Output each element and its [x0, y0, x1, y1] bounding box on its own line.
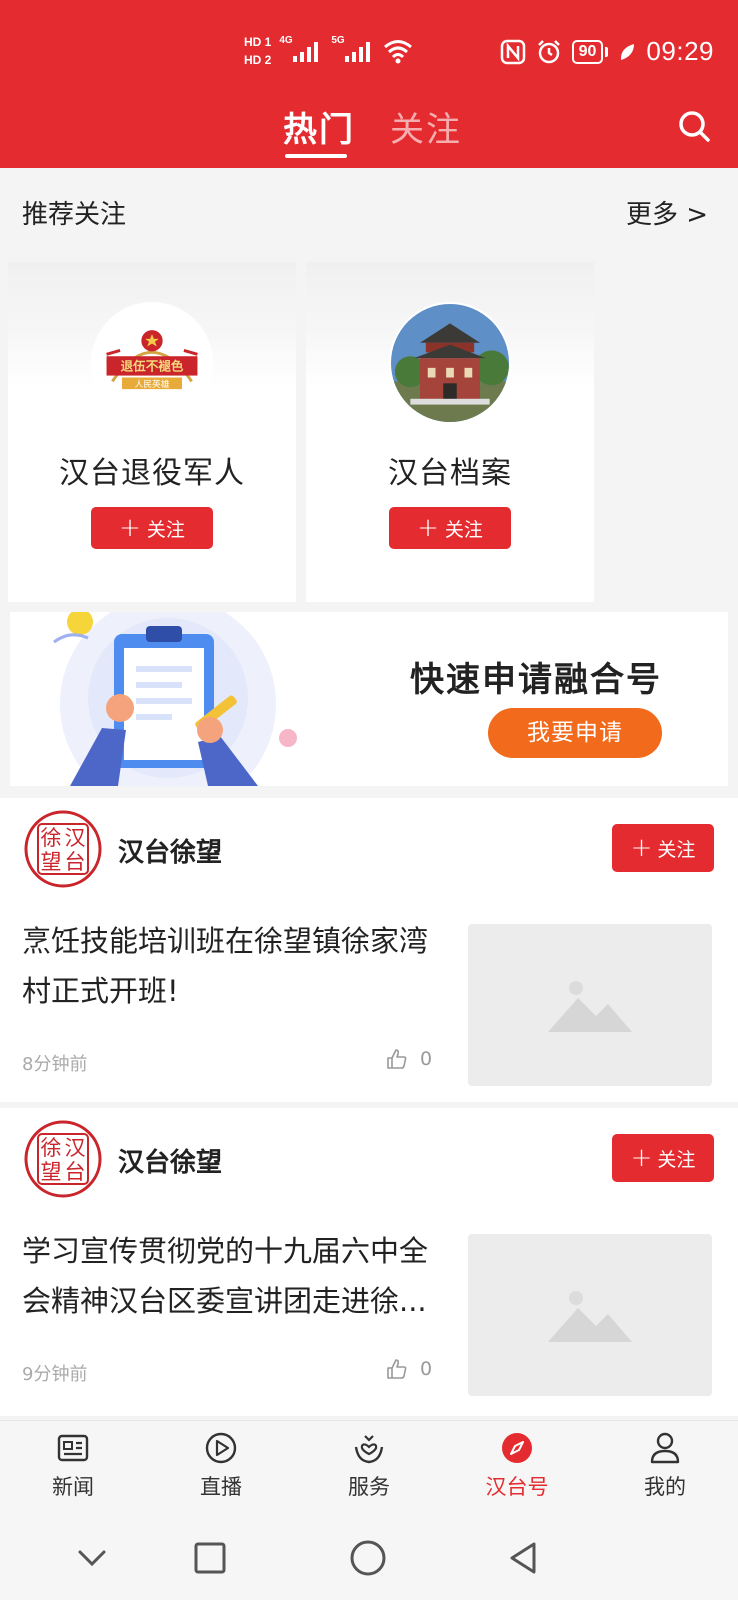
nfc-icon [500, 39, 525, 64]
section-title: 推荐关注 [22, 200, 127, 230]
alarm-icon [537, 39, 560, 63]
svg-text:退伍不褪色: 退伍不褪色 [121, 359, 184, 374]
nav-item-service[interactable]: 服务 [324, 1431, 414, 1501]
top-tabs: 热门 关注 [0, 96, 738, 160]
article-thumbnail[interactable] [468, 924, 712, 1086]
hd2-indicator: HD 2 [244, 53, 272, 67]
like-count: 0 [420, 1358, 433, 1380]
svg-text:人民英雄: 人民英雄 [135, 378, 170, 390]
svg-text:汉: 汉 [65, 826, 86, 850]
article-thumbnail[interactable] [468, 1234, 712, 1396]
plus-icon: + [630, 833, 653, 863]
avatar: 退伍不褪色 人民英雄 [91, 302, 213, 424]
plus-icon: + [119, 513, 141, 543]
hd1-indicator: HD 1 [244, 35, 272, 49]
status-time: 09:29 [646, 36, 714, 66]
author-avatar: 汉 徐 台 望 [24, 1120, 102, 1198]
compass-icon [502, 1433, 532, 1463]
search-icon[interactable] [676, 108, 712, 144]
article-title[interactable]: 烹饪技能培训班在徐望镇徐家湾村正式开班! [22, 916, 452, 1016]
clipboard-illustration [53, 612, 297, 786]
chevron-down-icon[interactable] [72, 1538, 112, 1578]
like-button[interactable]: 0 [386, 1048, 432, 1070]
like-count: 0 [420, 1048, 433, 1070]
tab-hot[interactable]: 热门 [283, 102, 355, 151]
avatar [389, 302, 511, 424]
battery-indicator: 90 [571, 39, 609, 64]
follow-button[interactable]: + 关注 [91, 507, 213, 549]
feed-item[interactable]: 汉 徐 台 望 汉台徐望 + 关注 烹饪技能培训班在徐望镇徐家湾村正式开班! 8… [0, 798, 738, 1106]
svg-text:望: 望 [41, 1160, 62, 1184]
user-icon [650, 1432, 680, 1464]
status-bar: HD 1 HD 2 4G 5G 90 09:29 [0, 28, 738, 80]
recommend-card[interactable]: 汉台档案 + 关注 [306, 262, 594, 602]
thumbs-up-icon [387, 1359, 407, 1379]
leaf-icon [621, 43, 635, 60]
author-avatar: 汉 徐 台 望 [24, 810, 102, 888]
svg-text:台: 台 [65, 850, 86, 874]
article-title[interactable]: 学习宣传贯彻党的十九届六中全会精神汉台区委宣讲团走进徐... [22, 1226, 452, 1326]
nav-item-hantai[interactable]: 汉台号 [472, 1431, 562, 1501]
svg-text:徐: 徐 [41, 826, 62, 850]
plus-icon: + [417, 513, 439, 543]
svg-text:望: 望 [41, 850, 62, 874]
thumbs-up-icon [387, 1049, 407, 1069]
image-placeholder-icon [548, 1291, 632, 1342]
recommend-card[interactable]: 退伍不褪色 人民英雄 汉台退役军人 + 关注 [8, 262, 296, 602]
nav-item-mine[interactable]: 我的 [620, 1431, 710, 1501]
recommend-header: 推荐关注 更多 > [0, 168, 738, 256]
feed-item[interactable]: 汉 徐 台 望 汉台徐望 + 关注 学习宣传贯彻党的十九届六中全会精神汉台区委宣… [0, 1108, 738, 1416]
author-name[interactable]: 汉台徐望 [118, 832, 222, 869]
service-icon [354, 1435, 384, 1464]
system-nav-bar [0, 1516, 738, 1600]
signal-5g-icon: 5G [331, 35, 375, 67]
tab-follow[interactable]: 关注 [390, 102, 462, 151]
recents-icon[interactable] [190, 1538, 230, 1578]
signal-4g-icon: 4G [279, 35, 323, 67]
plus-icon: + [630, 1143, 653, 1173]
nav-item-live[interactable]: 直播 [176, 1431, 266, 1501]
bottom-nav: 新闻 直播 服务 汉台号 我的 [0, 1420, 738, 1516]
follow-button[interactable]: + 关注 [389, 507, 511, 549]
app-header: HD 1 HD 2 4G 5G 90 09:29 热门 关注 [0, 0, 738, 168]
play-icon [205, 1432, 237, 1464]
home-icon[interactable] [348, 1538, 388, 1578]
apply-banner[interactable]: 快速申请融合号 我要申请 [10, 612, 728, 786]
back-icon[interactable] [504, 1538, 544, 1578]
svg-text:徐: 徐 [41, 1136, 62, 1160]
article-time: 8分钟前 [22, 1054, 88, 1075]
card-name: 汉台档案 [388, 456, 512, 491]
article-time: 9分钟前 [22, 1364, 88, 1385]
svg-text:汉: 汉 [65, 1136, 86, 1160]
wifi-icon [384, 40, 413, 64]
card-name: 汉台退役军人 [59, 456, 245, 491]
apply-button[interactable]: 我要申请 [488, 708, 662, 758]
like-button[interactable]: 0 [386, 1358, 432, 1380]
nav-item-news[interactable]: 新闻 [28, 1431, 118, 1501]
follow-button[interactable]: + 关注 [612, 1134, 714, 1182]
follow-button[interactable]: + 关注 [612, 824, 714, 872]
more-link[interactable]: 更多 > [626, 194, 708, 231]
system-indicators: 90 09:29 [500, 36, 714, 67]
author-name[interactable]: 汉台徐望 [118, 1142, 222, 1179]
banner-title: 快速申请融合号 [410, 660, 662, 700]
svg-text:台: 台 [65, 1160, 86, 1184]
signal-indicators: HD 1 HD 2 4G 5G [244, 34, 413, 68]
news-icon [57, 1434, 89, 1462]
active-tab-indicator [285, 154, 347, 158]
image-placeholder-icon [548, 981, 632, 1032]
